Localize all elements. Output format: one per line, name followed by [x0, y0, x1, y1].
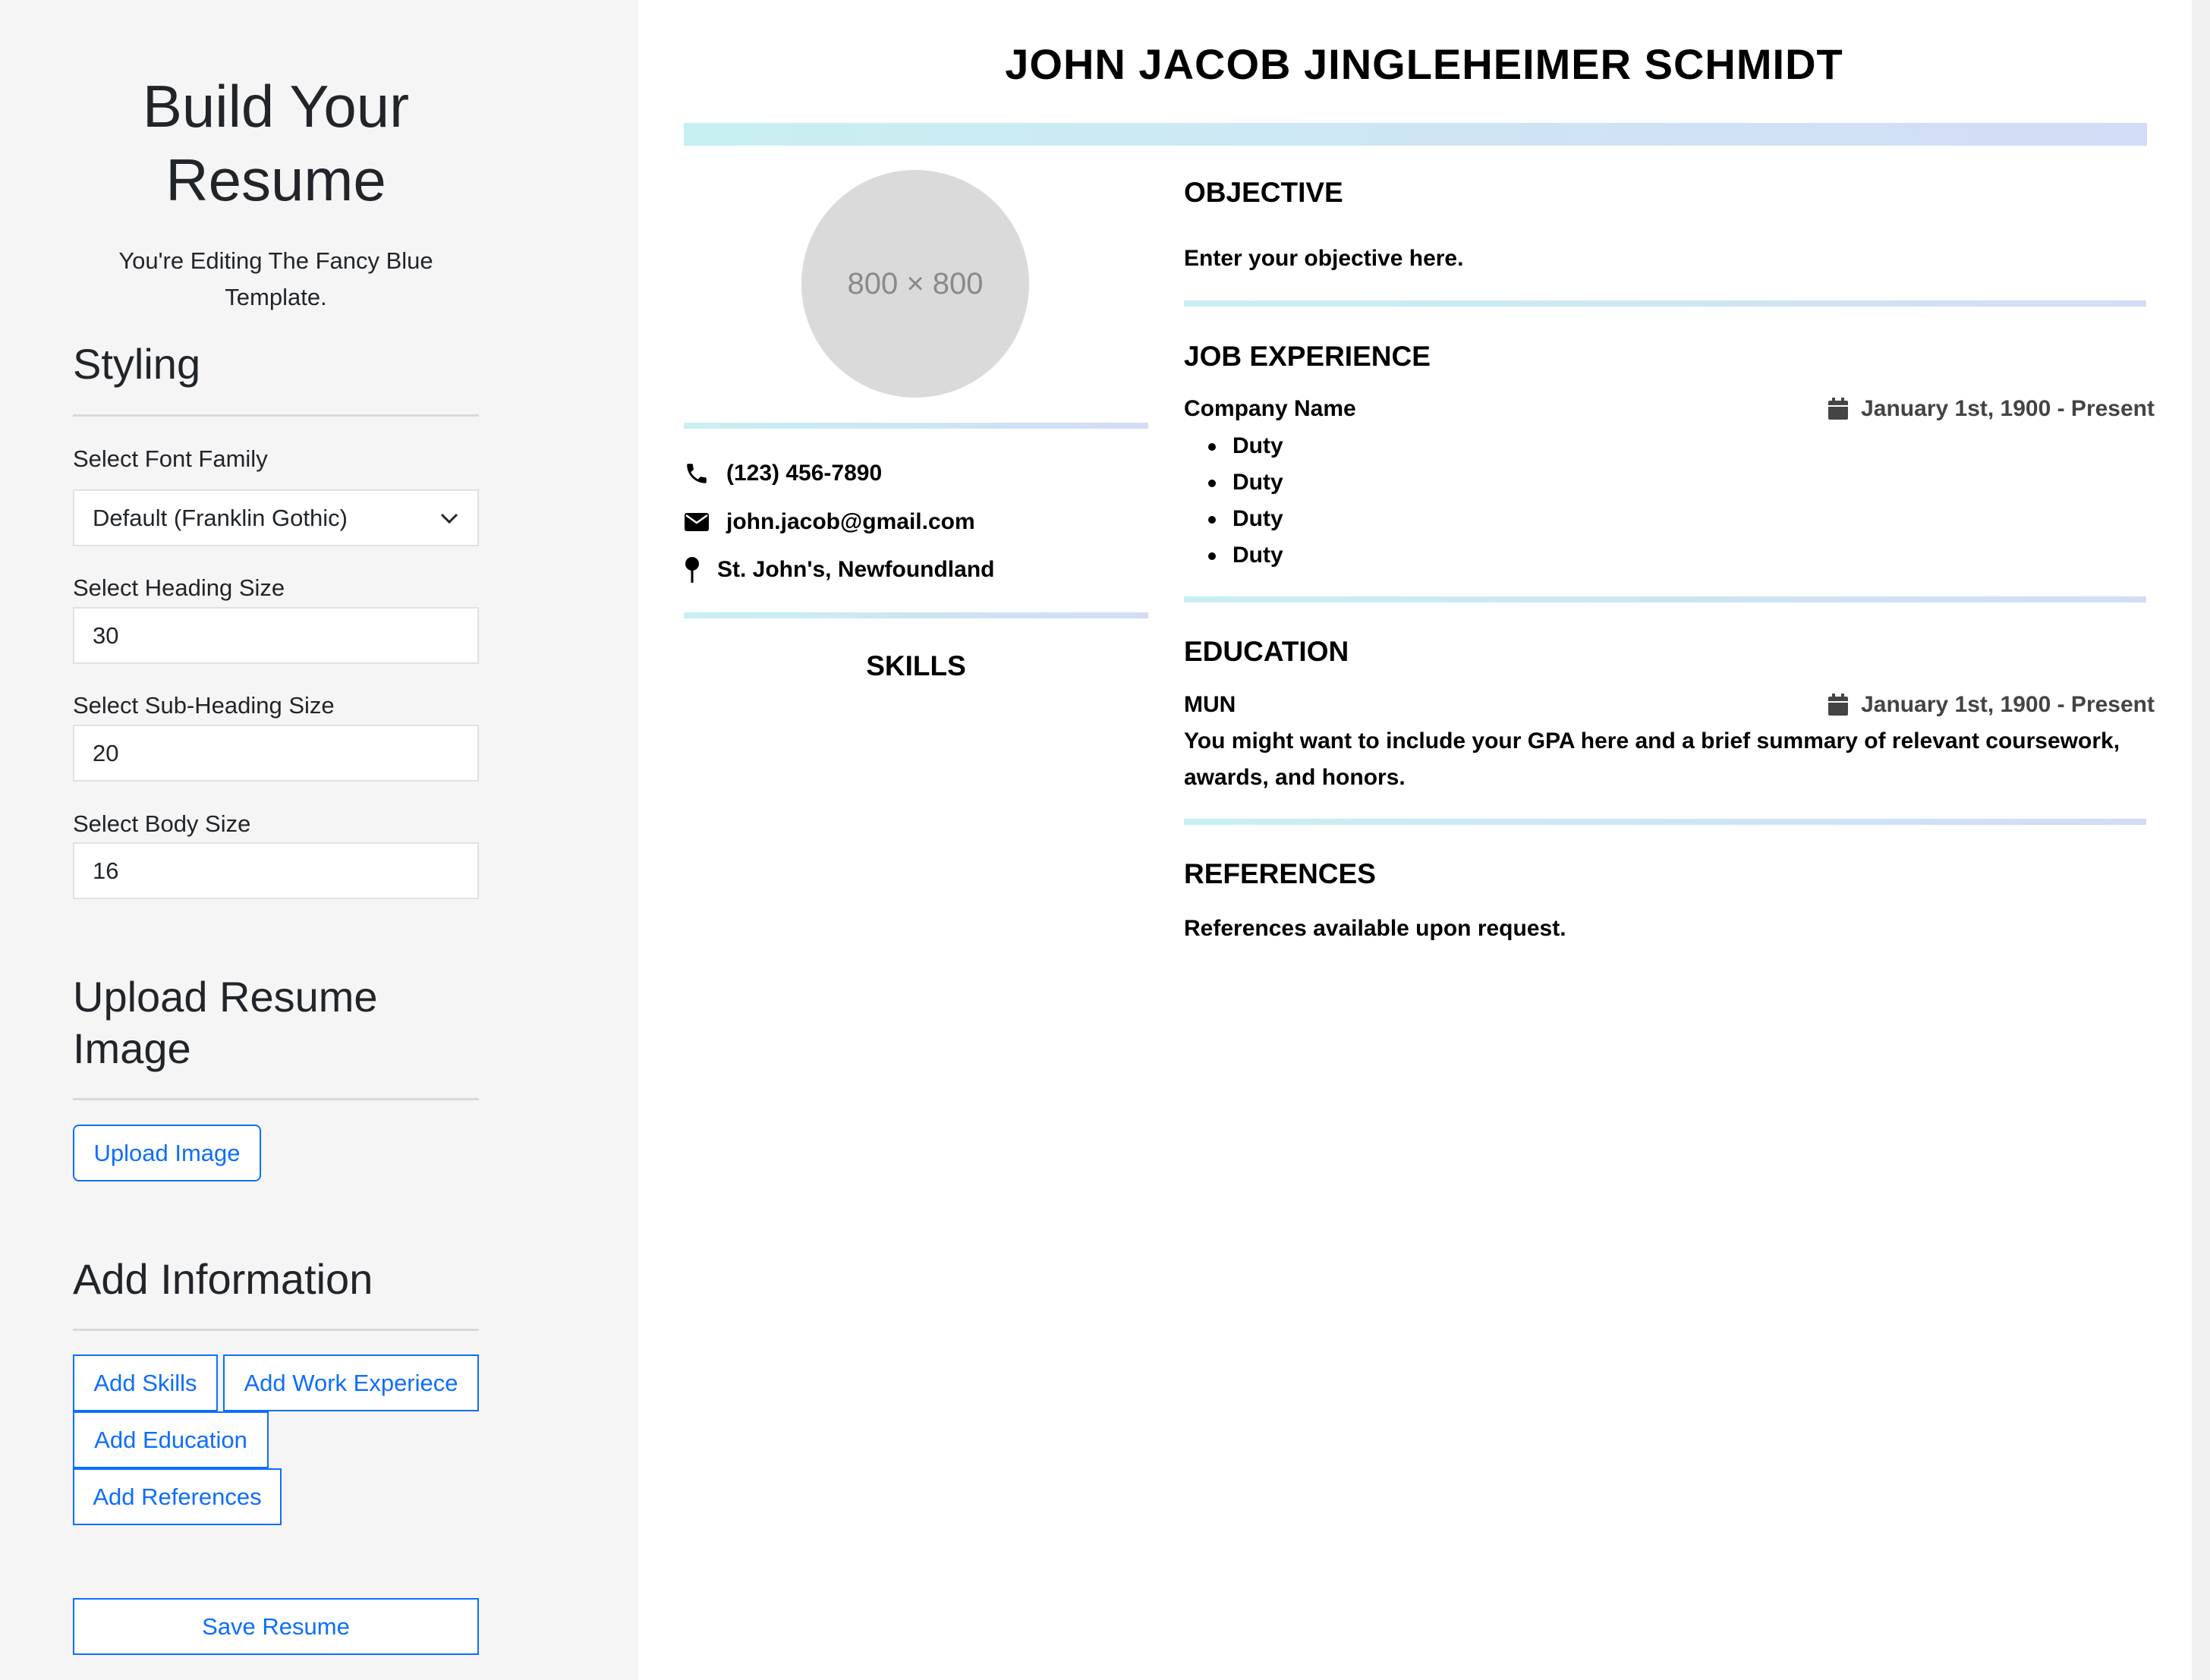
divider [1184, 300, 2146, 307]
contact-phone: (123) 456-7890 [684, 458, 882, 489]
profile-photo-placeholder[interactable]: 800 × 800 [801, 170, 1029, 398]
upload-heading: Upload Resume Image [73, 973, 378, 1072]
save-resume-button[interactable]: Save Resume [73, 1598, 479, 1655]
objective-heading: OBJECTIVE [1184, 177, 1343, 208]
school-name: MUN [1184, 692, 1236, 717]
page-scrollbar[interactable] [2192, 0, 2210, 1680]
divider [73, 1329, 479, 1331]
references-heading: REFERENCES [1184, 858, 1376, 889]
template-subtitle: You're Editing The Fancy Blue Template. [118, 247, 433, 310]
font-family-value: Default (Franklin Gothic) [93, 505, 348, 531]
job-experience-heading: JOB EXPERIENCE [1184, 341, 1431, 372]
upload-image-button[interactable]: Upload Image [73, 1125, 261, 1181]
list-item: Duty [1208, 537, 1283, 574]
body-size-input[interactable]: 16 [73, 842, 479, 899]
editor-sidebar: Build Your Resume You're Editing The Fan… [0, 0, 638, 1680]
education-description-line: awards, and honors. [1184, 765, 1406, 790]
education-heading: EDUCATION [1184, 636, 1349, 667]
heading-size-label: Select Heading Size [73, 574, 285, 601]
objective-text: Enter your objective here. [1184, 246, 1464, 271]
phone-text: (123) 456-7890 [726, 461, 883, 486]
list-item: Duty [1208, 428, 1283, 464]
font-family-label: Select Font Family [73, 445, 268, 472]
body-size-label: Select Body Size [73, 810, 251, 837]
map-pin-icon [685, 557, 699, 583]
divider [684, 423, 1148, 429]
add-education-button[interactable]: Add Education [73, 1411, 269, 1468]
email-text: john.jacob@gmail.com [726, 509, 975, 534]
divider [684, 612, 1148, 618]
divider [1184, 596, 2146, 602]
education-description-line: You might want to include your GPA here … [1184, 728, 2120, 753]
resume-preview: JOHN JACOB JINGLEHEIMER SCHMIDT 800 × 80… [638, 0, 2210, 1680]
header-gradient-bar [684, 123, 2147, 146]
references-text: References available upon request. [1184, 916, 1566, 941]
page-title: Build Your Resume [142, 73, 410, 213]
chevron-down-icon [440, 513, 458, 524]
list-item: Duty [1208, 501, 1283, 537]
education-dates: January 1st, 1900 - Present [1828, 690, 2155, 720]
resume-name: JOHN JACOB JINGLEHEIMER SCHMIDT [1005, 40, 1843, 88]
list-item: Duty [1208, 464, 1283, 501]
company-name: Company Name [1184, 396, 1356, 421]
add-work-experience-button[interactable]: Add Work Experiece [223, 1354, 479, 1411]
job-dates-text: January 1st, 1900 - Present [1861, 396, 2155, 421]
calendar-icon [1828, 694, 1849, 716]
contact-email: john.jacob@gmail.com [684, 507, 975, 537]
add-information-heading: Add Information [73, 1255, 373, 1303]
calendar-icon [1828, 398, 1849, 420]
divider [73, 414, 479, 417]
contact-location: St. John's, Newfoundland [684, 555, 994, 585]
divider [73, 1098, 479, 1100]
subheading-size-label: Select Sub-Heading Size [73, 692, 335, 719]
job-dates: January 1st, 1900 - Present [1828, 394, 2155, 424]
education-dates-text: January 1st, 1900 - Present [1861, 692, 2155, 717]
location-text: St. John's, Newfoundland [717, 557, 995, 582]
phone-icon [687, 464, 707, 483]
skills-heading: SKILLS [866, 650, 966, 681]
font-family-select[interactable]: Default (Franklin Gothic) [73, 489, 479, 546]
add-references-button[interactable]: Add References [73, 1468, 282, 1525]
subheading-size-input[interactable]: 20 [73, 725, 479, 782]
heading-size-input[interactable]: 30 [73, 607, 479, 664]
duty-list: Duty Duty Duty Duty [1208, 428, 1283, 574]
styling-heading: Styling [73, 340, 201, 388]
add-skills-button[interactable]: Add Skills [73, 1354, 218, 1411]
divider [1184, 819, 2146, 825]
envelope-icon [685, 513, 709, 531]
